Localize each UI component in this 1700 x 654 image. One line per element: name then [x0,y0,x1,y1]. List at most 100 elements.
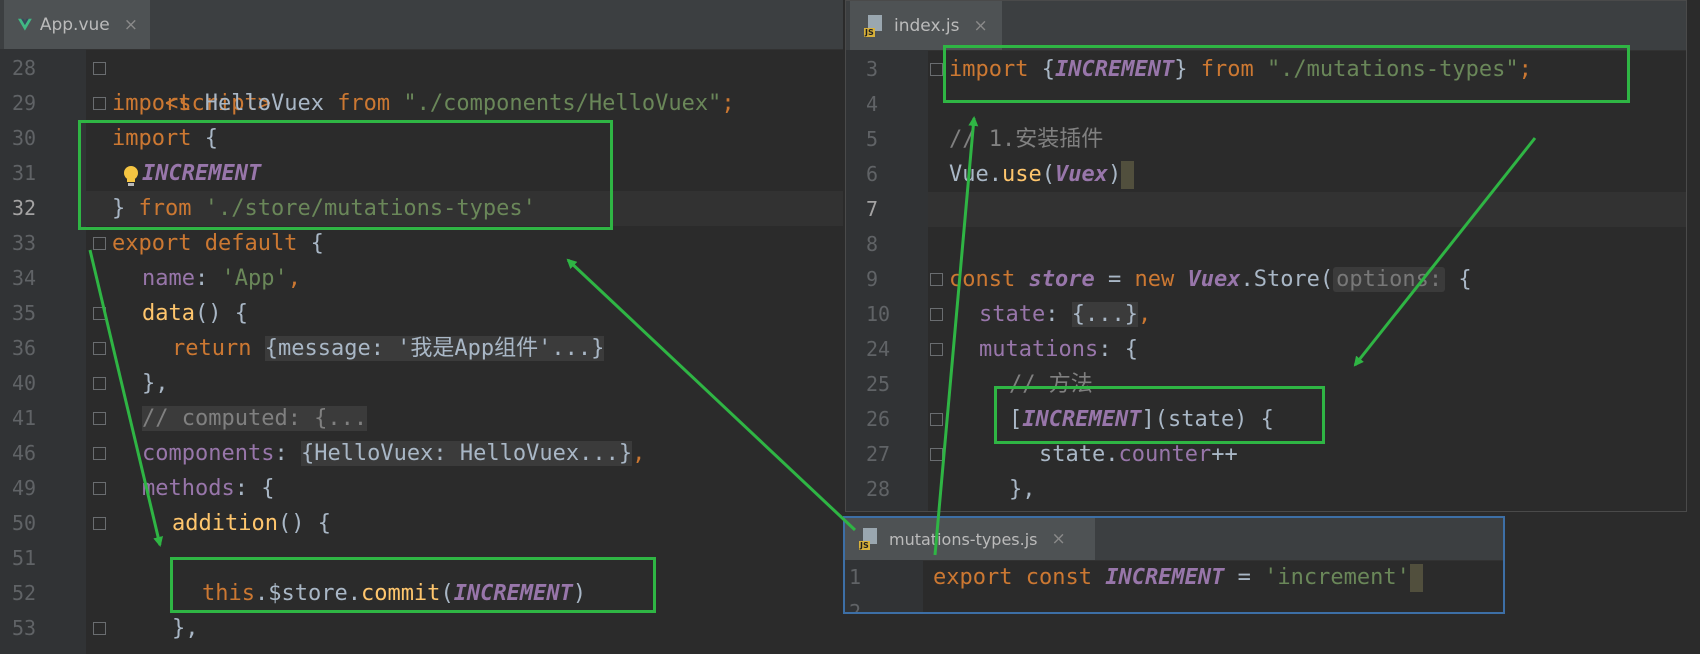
right-tab-bar: JS index.js × [846,1,1686,51]
line-number: 9 [866,267,879,291]
line-number: 7 [866,197,879,221]
code-line[interactable]: state: {...}, [979,297,1151,332]
code-line[interactable]: import HelloVuex from "./components/Hell… [112,86,735,121]
folded-region[interactable]: {message: '我是App组件'...} [264,336,605,361]
fold-icon[interactable] [93,447,106,460]
folded-region[interactable]: {HelloVuex: HelloVuex...} [300,441,633,466]
folded-region[interactable]: // computed: {... [142,406,368,431]
line-number: 51 [12,546,37,570]
line-number: 4 [866,92,879,116]
tab-label: App.vue [39,14,110,35]
fold-icon[interactable] [930,413,943,426]
js-file-icon: JS [859,528,881,550]
left-tab-bar: App.vue × [0,0,843,50]
fold-icon[interactable] [930,448,943,461]
parameter-hint: options: [1333,267,1446,292]
line-number: 28 [866,477,891,501]
tab-label: mutations-types.js [889,529,1038,549]
current-line-highlight [928,192,1686,227]
fold-icon[interactable] [93,342,106,355]
line-number: 36 [12,336,37,360]
tab-app-vue[interactable]: App.vue × [4,0,150,49]
fold-icon[interactable] [93,517,106,530]
code-line[interactable]: }, [142,366,169,401]
fold-icon[interactable] [93,237,106,250]
line-number: 29 [12,91,37,115]
code-line[interactable]: // 1.安装插件 [949,122,1103,157]
highlight-box-commit-increment [170,557,656,613]
bottom-tab-bar: JS mutations-types.js × [845,518,1503,561]
line-number: 8 [866,232,879,256]
line-number: 3 [866,57,879,81]
left-editor-pane: App.vue × 28 29 30 31 32 33 34 35 36 40 … [0,0,843,654]
js-file-icon: JS [864,14,886,37]
line-number: 49 [12,476,37,500]
code-line[interactable]: data() { [142,296,248,331]
text-caret [1121,161,1135,189]
fold-icon[interactable] [930,273,943,286]
close-icon[interactable]: × [974,16,988,36]
line-number: 41 [12,406,37,430]
code-line[interactable]: components: {HelloVuex: HelloVuex...}, [142,436,645,471]
line-number: 5 [866,127,879,151]
line-number: 30 [12,126,37,150]
fold-icon[interactable] [930,308,943,321]
fold-icon[interactable] [93,412,106,425]
folded-region[interactable]: {...} [1071,302,1138,327]
line-number: 35 [12,301,37,325]
code-line[interactable]: Vue.use(Vuex) [949,157,1135,192]
code-line[interactable]: return {message: '我是App组件'...} [172,331,605,366]
line-number: 25 [866,372,891,396]
line-number: 34 [12,266,37,290]
code-line[interactable]: }, [172,611,199,646]
close-icon[interactable]: × [124,15,138,35]
line-number: 33 [12,231,37,255]
fold-icon[interactable] [930,63,943,76]
code-line[interactable]: addition() { [172,506,331,541]
text-caret [1409,564,1423,592]
line-number: 31 [12,161,37,185]
fold-icon[interactable] [93,377,106,390]
vue-icon [18,18,32,31]
highlight-box-import-increment [78,120,613,230]
fold-icon[interactable] [93,62,106,75]
bottom-editor-pane: JS mutations-types.js × 1 2 export const… [843,516,1505,614]
line-number: 2 [849,600,862,614]
fold-icon[interactable] [93,97,106,110]
line-number: 40 [12,371,37,395]
close-icon[interactable]: × [1052,529,1066,549]
code-line[interactable]: mutations: { [979,332,1138,367]
code-line[interactable]: export default { [112,226,324,261]
highlight-box-index-import [943,45,1630,103]
line-number-gutter: 28 29 30 31 32 33 34 35 36 40 41 46 49 5… [0,49,86,654]
code-line[interactable]: // computed: {... [142,401,368,436]
line-number: 27 [866,442,891,466]
line-number: 50 [12,511,37,535]
tab-index-js[interactable]: JS index.js × [850,1,1002,50]
fold-icon[interactable] [930,343,943,356]
fold-icon[interactable] [93,307,106,320]
line-number-gutter: 1 2 [845,560,923,612]
tab-mutations-types-js[interactable]: JS mutations-types.js × [845,518,1095,560]
line-number: 24 [866,337,891,361]
code-line[interactable]: <script> [112,51,271,116]
line-number: 52 [12,581,37,605]
highlight-box-mutation-increment [994,386,1325,444]
code-line[interactable]: methods: { [142,471,274,506]
code-line[interactable]: export const INCREMENT = 'increment' [933,560,1423,595]
fold-icon[interactable] [93,622,106,635]
line-number: 32 [12,196,37,220]
code-line[interactable]: name: 'App', [142,261,301,296]
code-line[interactable]: const store = new Vuex.Store(options: { [949,262,1472,297]
line-number: 26 [866,407,891,431]
line-number-gutter: 3 4 5 6 7 8 9 10 24 25 26 27 28 [846,50,928,511]
line-number: 6 [866,162,879,186]
code-line[interactable]: }, [1009,472,1036,507]
line-number: 28 [12,56,37,80]
line-number: 10 [866,302,891,326]
line-number: 1 [849,565,862,589]
tab-label: index.js [894,15,960,36]
line-number: 53 [12,616,37,640]
fold-icon[interactable] [93,482,106,495]
line-number: 46 [12,441,37,465]
